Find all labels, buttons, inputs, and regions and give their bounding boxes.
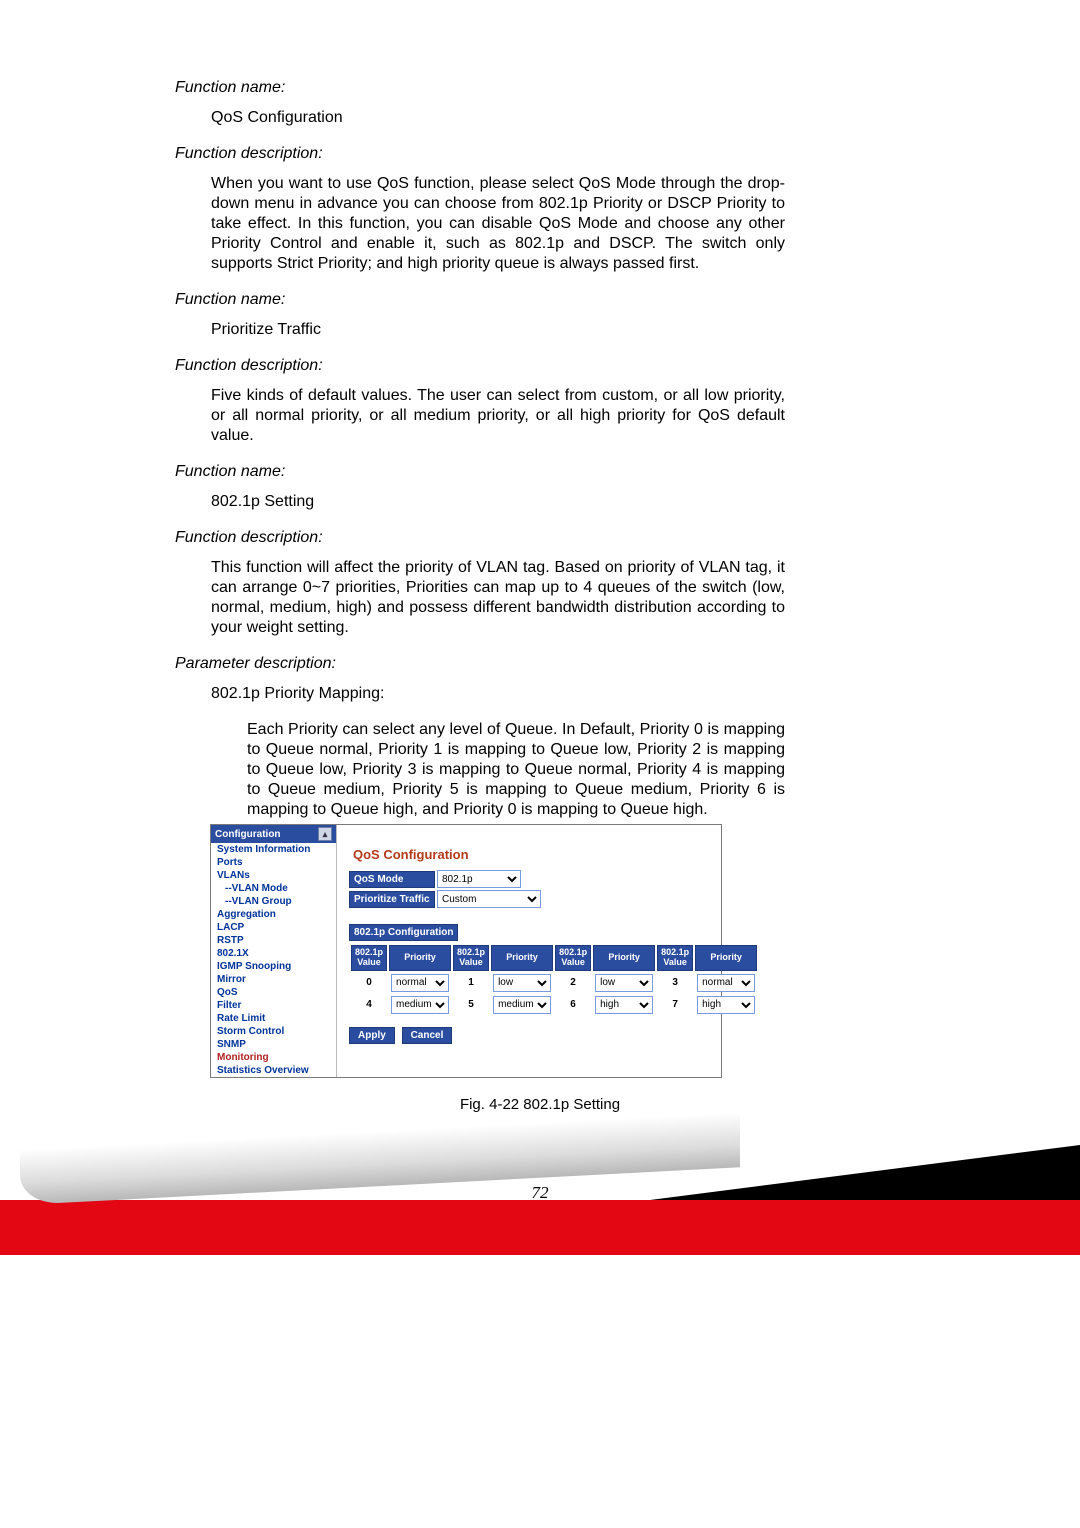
section-title: 802.1p Configuration	[349, 924, 458, 941]
value-cell: 5	[453, 995, 489, 1015]
col-header-value: 802.1pValue	[555, 945, 591, 971]
sidebar-item-storm-control[interactable]: Storm Control	[211, 1025, 336, 1038]
sidebar-title: Configuration	[215, 829, 281, 840]
function-description-text: When you want to use QoS function, pleas…	[211, 174, 785, 274]
priority-select[interactable]: normal	[697, 974, 755, 992]
col-header-value: 802.1pValue	[351, 945, 387, 971]
priority-mapping-title: 802.1p Priority Mapping:	[211, 684, 785, 704]
figure-caption: Fig. 4-22 802.1p Setting	[0, 1096, 1080, 1113]
sidebar-item-vlan-group[interactable]: --VLAN Group	[211, 895, 336, 908]
parameter-description-label: Parameter description:	[175, 654, 785, 674]
main-panel: QoS Configuration QoS Mode 802.1p Priori…	[337, 825, 765, 1077]
priority-select[interactable]: low	[493, 974, 551, 992]
col-header-value: 802.1pValue	[453, 945, 489, 971]
function-description-label: Function description:	[175, 356, 785, 376]
sidebar-item-rate-limit[interactable]: Rate Limit	[211, 1012, 336, 1025]
priority-select[interactable]: medium	[493, 996, 551, 1014]
qos-mode-select[interactable]: 802.1p	[437, 870, 521, 888]
sidebar-item-system-information[interactable]: System Information	[211, 843, 336, 856]
prioritize-traffic-select[interactable]: Custom	[437, 890, 541, 908]
document-body: Function name: QoS Configuration Functio…	[175, 78, 785, 836]
function-name-value: 802.1p Setting	[211, 492, 785, 512]
footer-red-bar	[0, 1200, 1080, 1255]
table-row: 0normal1low2low3normal	[351, 973, 757, 993]
configuration-table: 802.1pValuePriority802.1pValuePriority80…	[349, 943, 759, 1017]
sidebar-item-qos[interactable]: QoS	[211, 986, 336, 999]
priority-select[interactable]: medium	[391, 996, 449, 1014]
function-description-label: Function description:	[175, 144, 785, 164]
qos-mode-label: QoS Mode	[349, 871, 435, 888]
priority-select[interactable]: high	[697, 996, 755, 1014]
table-row: 4medium5medium6high7high	[351, 995, 757, 1015]
prioritize-traffic-row: Prioritize Traffic Custom	[349, 890, 759, 908]
apply-button[interactable]: Apply	[349, 1027, 395, 1044]
priority-select[interactable]: low	[595, 974, 653, 992]
function-name-label: Function name:	[175, 462, 785, 482]
value-cell: 7	[657, 995, 693, 1015]
col-header-priority: Priority	[695, 945, 757, 971]
sidebar-item-snmp[interactable]: SNMP	[211, 1038, 336, 1051]
sidebar-item-802-1x[interactable]: 802.1X	[211, 947, 336, 960]
priority-mapping-text: Each Priority can select any level of Qu…	[247, 720, 785, 820]
value-cell: 6	[555, 995, 591, 1015]
sidebar-item-monitoring[interactable]: Monitoring	[211, 1051, 336, 1064]
sidebar-item-igmp-snooping[interactable]: IGMP Snooping	[211, 960, 336, 973]
scroll-up-icon[interactable]: ▴	[318, 827, 332, 841]
button-row: Apply Cancel	[349, 1027, 759, 1044]
sidebar-item-mirror[interactable]: Mirror	[211, 973, 336, 986]
function-name-value: Prioritize Traffic	[211, 320, 785, 340]
qos-configuration-screenshot: Configuration ▴ System InformationPortsV…	[210, 824, 722, 1078]
sidebar-header: Configuration ▴	[211, 825, 336, 843]
value-cell: 0	[351, 973, 387, 993]
sidebar-item-filter[interactable]: Filter	[211, 999, 336, 1012]
col-header-value: 802.1pValue	[657, 945, 693, 971]
sidebar-item-vlan-mode[interactable]: --VLAN Mode	[211, 882, 336, 895]
sidebar-item-rstp[interactable]: RSTP	[211, 934, 336, 947]
col-header-priority: Priority	[389, 945, 451, 971]
qos-mode-row: QoS Mode 802.1p	[349, 870, 759, 888]
sidebar-item-vlans[interactable]: VLANs	[211, 869, 336, 882]
qos-title: QoS Configuration	[353, 847, 759, 862]
value-cell: 3	[657, 973, 693, 993]
function-description-text: Five kinds of default values. The user c…	[211, 386, 785, 446]
function-description-text: This function will affect the priority o…	[211, 558, 785, 638]
priority-select[interactable]: normal	[391, 974, 449, 992]
sidebar-item-statistics-overview[interactable]: Statistics Overview	[211, 1064, 336, 1077]
value-cell: 2	[555, 973, 591, 993]
function-name-label: Function name:	[175, 78, 785, 98]
function-name-value: QoS Configuration	[211, 108, 785, 128]
priority-select[interactable]: high	[595, 996, 653, 1014]
value-cell: 4	[351, 995, 387, 1015]
function-name-label: Function name:	[175, 290, 785, 310]
sidebar-item-lacp[interactable]: LACP	[211, 921, 336, 934]
prioritize-traffic-label: Prioritize Traffic	[349, 891, 435, 908]
col-header-priority: Priority	[593, 945, 655, 971]
col-header-priority: Priority	[491, 945, 553, 971]
sidebar: Configuration ▴ System InformationPortsV…	[211, 825, 337, 1077]
cancel-button[interactable]: Cancel	[402, 1027, 453, 1044]
function-description-label: Function description:	[175, 528, 785, 548]
sidebar-item-ports[interactable]: Ports	[211, 856, 336, 869]
page: Function name: QoS Configuration Functio…	[0, 0, 1080, 1528]
sidebar-item-aggregation[interactable]: Aggregation	[211, 908, 336, 921]
value-cell: 1	[453, 973, 489, 993]
